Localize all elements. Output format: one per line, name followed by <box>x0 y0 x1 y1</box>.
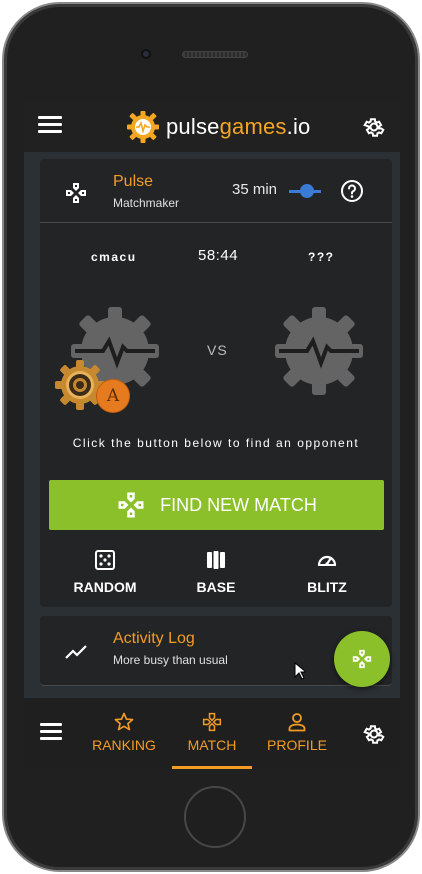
matchmaker-subtitle: Matchmaker <box>113 196 180 210</box>
dice-icon <box>95 550 115 570</box>
match-duration-label: 35 min <box>232 181 278 198</box>
mode-random-label: RANDOM <box>73 579 137 595</box>
star-icon <box>114 712 134 731</box>
active-tab-indicator <box>172 766 252 769</box>
brand-logo-title[interactable]: pulsegames.io <box>126 110 310 144</box>
tab-ranking[interactable]: RANKING <box>84 712 164 753</box>
gamepad-icon <box>118 492 144 518</box>
pillars-icon <box>207 551 225 569</box>
mouse-cursor-icon <box>294 662 306 680</box>
speedometer-icon <box>317 555 337 567</box>
pulse-gear-logo-icon <box>127 111 159 143</box>
tab-ranking-label: RANKING <box>92 737 156 753</box>
mode-random-button[interactable]: RANDOM <box>50 549 160 595</box>
tab-profile-label: PROFILE <box>267 737 327 753</box>
mode-blitz-button[interactable]: BLITZ <box>272 549 382 595</box>
matchmaker-card: Pulse Matchmaker 35 min cmacu 58:44 ??? <box>40 159 392 607</box>
brand-name: pulsegames.io <box>166 114 311 139</box>
app-screen: pulsegames.io Pulse Matchmaker 35 min cm… <box>24 102 400 769</box>
bottom-navigation: RANKING MATCH PROFILE <box>24 698 400 769</box>
activity-log-title: Activity Log <box>113 630 195 647</box>
mode-blitz-label: BLITZ <box>307 579 347 595</box>
matchmaker-title: Pulse <box>113 173 154 190</box>
gamepad-icon <box>66 183 86 203</box>
mode-base-button[interactable]: BASE <box>161 549 271 595</box>
mode-base-label: BASE <box>196 579 236 595</box>
find-opponent-hint: Click the button below to find an oppone… <box>72 436 360 450</box>
trending-up-icon <box>65 645 87 659</box>
versus-label: VS <box>207 342 228 358</box>
top-app-bar: pulsegames.io <box>24 102 400 152</box>
gamepad-icon <box>352 649 372 669</box>
phone-home-button[interactable] <box>184 786 246 848</box>
find-new-match-button[interactable]: FIND NEW MATCH <box>49 480 384 530</box>
duration-slider[interactable] <box>289 183 321 199</box>
tab-match[interactable]: MATCH <box>172 712 252 753</box>
quick-match-fab[interactable] <box>334 631 390 687</box>
tab-profile[interactable]: PROFILE <box>257 712 337 753</box>
person-icon <box>288 713 306 732</box>
help-icon[interactable] <box>340 179 364 203</box>
activity-log-subtitle: More busy than usual <box>113 653 228 667</box>
phone-camera <box>141 49 151 59</box>
hamburger-menu-icon[interactable] <box>38 116 62 138</box>
player-left-name: cmacu <box>91 250 137 264</box>
player-right-avatar-gear-icon <box>275 307 363 395</box>
gear-icon[interactable] <box>362 722 386 746</box>
gear-icon[interactable] <box>362 115 386 139</box>
phone-speaker <box>182 51 248 58</box>
slider-thumb[interactable] <box>300 184 314 198</box>
find-new-match-label: FIND NEW MATCH <box>160 494 317 515</box>
player-right-name: ??? <box>308 250 335 264</box>
tab-match-label: MATCH <box>187 737 237 753</box>
player-badge: A <box>96 379 130 413</box>
gamepad-icon <box>202 712 222 732</box>
matchmaker-card-header: Pulse Matchmaker 35 min <box>40 159 392 223</box>
match-timer: 58:44 <box>198 247 239 264</box>
hamburger-menu-icon[interactable] <box>40 723 62 743</box>
